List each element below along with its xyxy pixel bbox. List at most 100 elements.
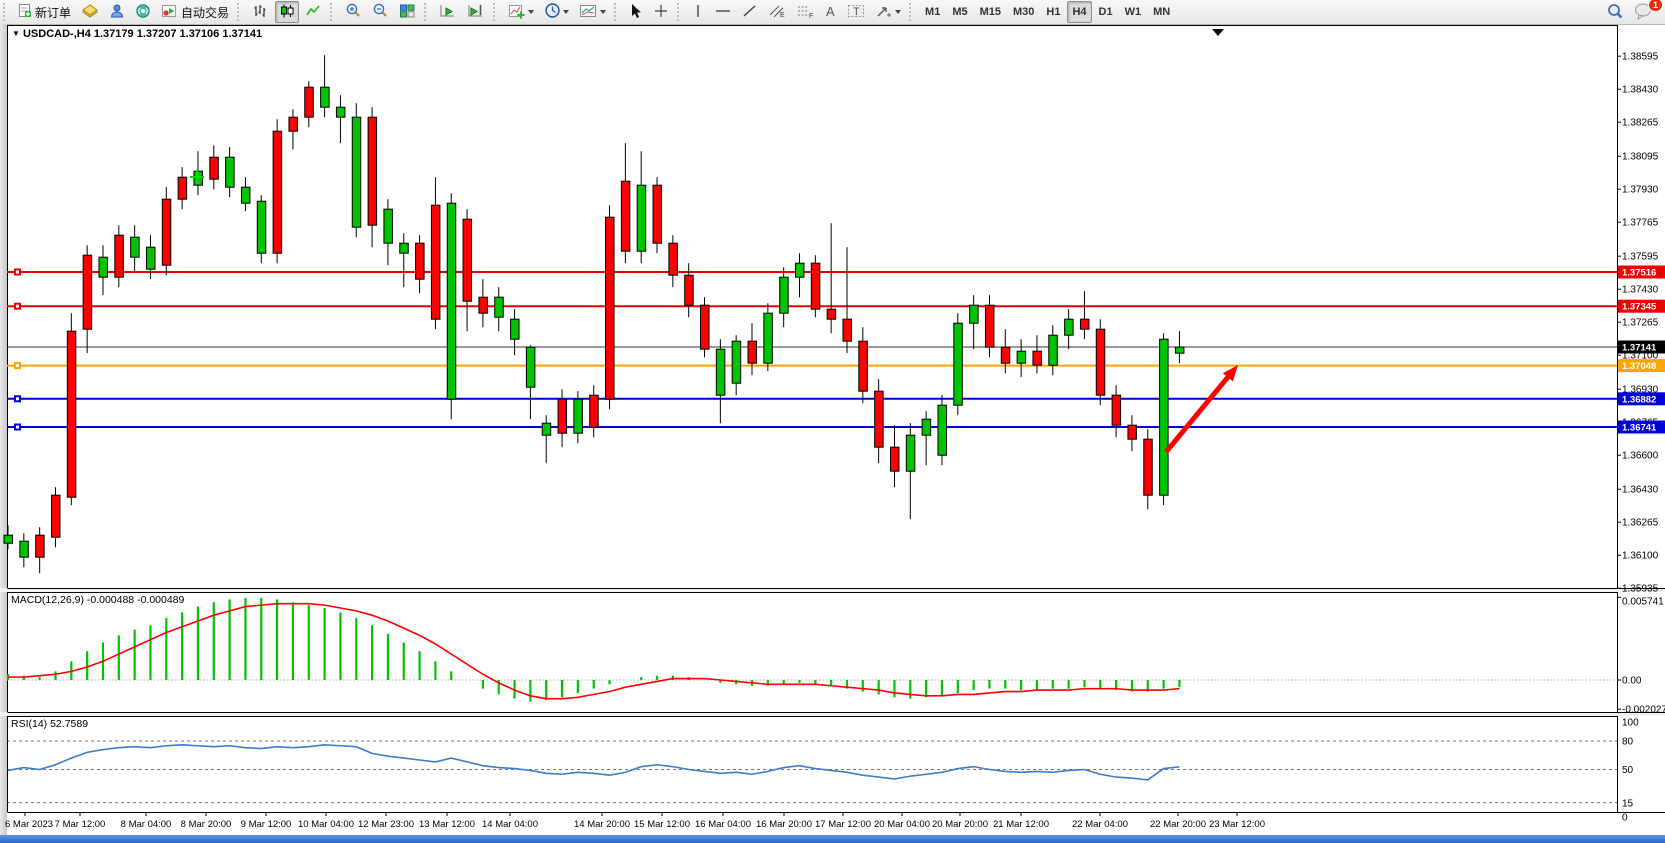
line-chart-button[interactable]: [301, 1, 326, 23]
templates-icon: [579, 3, 598, 22]
toolbar-grip: [330, 3, 337, 21]
trendline-icon: [742, 3, 758, 22]
svg-text:1.37595: 1.37595: [1622, 252, 1659, 263]
shapes-button[interactable]: [871, 1, 905, 23]
text-button[interactable]: A: [820, 1, 841, 23]
svg-text:1.36430: 1.36430: [1622, 485, 1659, 496]
svg-text:1.36600: 1.36600: [1622, 451, 1659, 462]
timeframe-W1[interactable]: W1: [1120, 1, 1147, 23]
svg-text:80: 80: [1622, 737, 1634, 748]
profile-icon: [109, 3, 125, 22]
svg-text:1.37930: 1.37930: [1622, 185, 1659, 196]
templates-button[interactable]: [575, 1, 610, 23]
trendline-button[interactable]: [738, 1, 762, 23]
svg-text:1.36265: 1.36265: [1622, 518, 1659, 529]
horizontal-line-icon: [714, 3, 732, 22]
timeframe-M30[interactable]: M30: [1008, 1, 1039, 23]
svg-text:15: 15: [1622, 798, 1634, 809]
auto-scroll-icon: [439, 3, 457, 22]
svg-text:23 Mar 12:00: 23 Mar 12:00: [1209, 819, 1265, 830]
svg-text:1.38430: 1.38430: [1622, 85, 1659, 96]
svg-text:20 Mar 04:00: 20 Mar 04:00: [874, 819, 930, 830]
indicators-icon: [508, 3, 526, 22]
vertical-line-button[interactable]: [688, 1, 708, 23]
text-icon: A: [824, 3, 837, 22]
svg-text:50: 50: [1622, 765, 1634, 776]
timeframe-M5[interactable]: M5: [947, 1, 972, 23]
cursor-icon: [629, 3, 643, 22]
timeframe-H4[interactable]: H4: [1067, 1, 1091, 23]
zoom-in-button[interactable]: [341, 1, 366, 23]
tile-windows-icon: [399, 3, 416, 22]
autotrading-button[interactable]: 自动交易: [157, 1, 233, 23]
notification-badge: 1: [1648, 0, 1663, 12]
fibonacci-button[interactable]: F: [792, 1, 818, 23]
svg-text:1.37516: 1.37516: [1622, 268, 1656, 279]
timeframe-D1[interactable]: D1: [1094, 1, 1118, 23]
indicators-button[interactable]: [504, 1, 538, 23]
new-order-label: 新订单: [35, 4, 71, 21]
toolbar-grip: [677, 3, 684, 21]
cursor-button[interactable]: [625, 1, 647, 23]
svg-text:8 Mar 20:00: 8 Mar 20:00: [181, 819, 232, 830]
zoom-out-button[interactable]: [368, 1, 393, 23]
svg-text:7 Mar 12:00: 7 Mar 12:00: [55, 819, 106, 830]
chat-button[interactable]: 1: [1630, 1, 1658, 23]
broadcast-button[interactable]: [131, 1, 155, 23]
svg-text:1.38095: 1.38095: [1622, 152, 1659, 163]
toolbar-grip: [614, 3, 621, 21]
svg-text:14 Mar 04:00: 14 Mar 04:00: [482, 819, 538, 830]
horizontal-line-button[interactable]: [710, 1, 736, 23]
zoom-in-icon: [345, 2, 362, 22]
new-order-button[interactable]: 新订单: [14, 1, 75, 23]
svg-text:16 Mar 04:00: 16 Mar 04:00: [695, 819, 751, 830]
crosshair-button[interactable]: [649, 1, 673, 23]
candlestick-chart-icon: [279, 3, 295, 22]
svg-text:10 Mar 04:00: 10 Mar 04:00: [298, 819, 354, 830]
equidistant-channel-button[interactable]: E: [764, 1, 790, 23]
chevron-down-icon: [528, 10, 534, 14]
chart-canvas[interactable]: 1.385951.384301.382651.380951.379301.377…: [0, 24, 1665, 835]
tile-windows-button[interactable]: [395, 1, 420, 23]
svg-text:1.37430: 1.37430: [1622, 285, 1659, 296]
timeframe-H1[interactable]: H1: [1041, 1, 1065, 23]
search-icon: [1606, 2, 1624, 23]
toolbar-grip: [493, 3, 500, 21]
chart-shift-icon: [467, 3, 485, 22]
toolbar-grip: [237, 3, 244, 21]
charts-button[interactable]: [77, 1, 103, 23]
svg-text:0.005741: 0.005741: [1622, 597, 1664, 608]
svg-text:21 Mar 12:00: 21 Mar 12:00: [993, 819, 1049, 830]
svg-text:-0.002027: -0.002027: [1622, 705, 1665, 716]
svg-text:13 Mar 12:00: 13 Mar 12:00: [419, 819, 475, 830]
svg-text:T: T: [853, 6, 860, 18]
new-order-icon: [18, 3, 32, 21]
auto-scroll-button[interactable]: [435, 1, 461, 23]
periods-button[interactable]: [540, 1, 573, 23]
chart-shift-button[interactable]: [463, 1, 489, 23]
svg-text:1.37345: 1.37345: [1622, 302, 1657, 313]
toolbar-grip: [3, 3, 10, 21]
svg-text:1.38595: 1.38595: [1622, 52, 1659, 63]
svg-text:17 Mar 12:00: 17 Mar 12:00: [815, 819, 871, 830]
svg-text:100: 100: [1622, 718, 1639, 729]
search-button[interactable]: [1602, 1, 1628, 23]
svg-text:1.37048: 1.37048: [1622, 361, 1656, 372]
profile-button[interactable]: [105, 1, 129, 23]
shapes-icon: [875, 3, 893, 22]
text-label-icon: T: [847, 3, 865, 22]
autotrading-label: 自动交易: [181, 4, 229, 21]
chevron-down-icon: [563, 10, 569, 14]
timeframe-MN[interactable]: MN: [1148, 1, 1175, 23]
candlestick-chart-button[interactable]: [275, 1, 299, 23]
equidistant-channel-icon: E: [768, 3, 786, 22]
collapse-triangle-icon[interactable]: ▼: [12, 29, 20, 38]
text-label-button[interactable]: T: [843, 1, 869, 23]
chart-title: ▼ USDCAD-,H4 1.37179 1.37207 1.37106 1.3…: [12, 28, 262, 40]
timeframe-M15[interactable]: M15: [975, 1, 1006, 23]
svg-text:12 Mar 23:00: 12 Mar 23:00: [358, 819, 414, 830]
rsi-label: RSI(14) 52.7589: [11, 718, 88, 730]
svg-text:6 Mar 2023: 6 Mar 2023: [5, 819, 53, 830]
bar-chart-button[interactable]: [248, 1, 273, 23]
timeframe-M1[interactable]: M1: [920, 1, 945, 23]
